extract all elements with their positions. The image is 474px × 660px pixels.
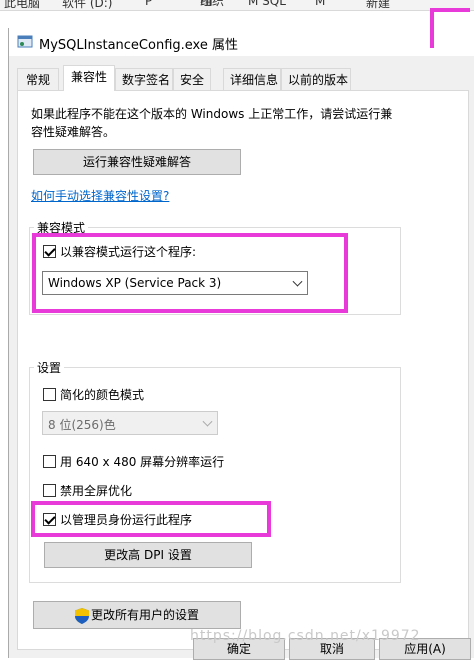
reduced-color-label[interactable]: 简化的颜色模式 <box>60 386 144 403</box>
tab-previous-versions[interactable]: 以前的版本 <box>281 68 351 90</box>
bg-item: 组织 <box>200 0 225 8</box>
bg-item: M SQL <box>248 0 286 8</box>
reduced-color-checkbox[interactable] <box>43 388 56 401</box>
change-all-users-label: 更改所有用户的设置 <box>91 608 200 622</box>
color-depth-select-value: 8 位(256)色 <box>48 418 116 432</box>
tab-compatibility[interactable]: 兼容性 <box>63 65 115 91</box>
intro-text-line1: 如果此程序不能在这个版本的 Windows 上正常工作，请尝试运行兼 <box>31 107 393 121</box>
bg-item: 软件 (D:) <box>62 0 113 10</box>
fullscreen-opt-checkbox[interactable] <box>43 484 56 497</box>
bg-item: 新建 <box>366 0 391 10</box>
properties-dialog: MySQLInstanceConfig.exe 属性 常规 兼容性 数字签名 安… <box>8 28 474 660</box>
resolution-checkbox[interactable] <box>43 455 56 468</box>
settings-group-label: 设置 <box>34 359 65 376</box>
chevron-down-icon <box>202 416 213 427</box>
tab-details[interactable]: 详细信息 <box>223 68 281 90</box>
compatibility-panel: 如果此程序不能在这个版本的 Windows 上正常工作，请尝试运行兼 容性疑难解… <box>17 90 469 650</box>
title-bar[interactable]: MySQLInstanceConfig.exe 属性 <box>9 28 474 56</box>
highlight-compat-mode <box>32 233 348 313</box>
change-all-users-button[interactable]: 更改所有用户的设置 <box>33 601 241 629</box>
color-depth-select[interactable]: 8 位(256)色 <box>42 411 218 435</box>
resolution-label[interactable]: 用 640 x 480 屏幕分辨率运行 <box>60 453 224 470</box>
highlight-corner <box>430 8 470 48</box>
watermark-url: https://blog.csdn.net/x19972 <box>190 628 421 644</box>
change-dpi-button[interactable]: 更改高 DPI 设置 <box>44 542 252 568</box>
tab-general[interactable]: 常规 <box>17 68 59 90</box>
bg-item: 此电脑 <box>4 0 41 10</box>
background-explorer-strip: 此电脑 软件 (D:) P Fil M SQL M 组织 新建 <box>0 0 474 11</box>
intro-text-line2: 容性疑难解答。 <box>31 125 116 139</box>
run-troubleshooter-button[interactable]: 运行兼容性疑难解答 <box>33 149 241 175</box>
uac-shield-icon <box>75 608 89 624</box>
tab-security[interactable]: 安全 <box>173 68 211 90</box>
manual-settings-link[interactable]: 如何手动选择兼容性设置? <box>31 187 169 204</box>
application-icon <box>17 35 33 48</box>
dialog-title: MySQLInstanceConfig.exe 属性 <box>39 38 238 53</box>
fullscreen-opt-label[interactable]: 禁用全屏优化 <box>60 482 132 499</box>
tab-digital-signatures[interactable]: 数字签名 <box>115 68 173 90</box>
highlight-run-as-admin <box>31 501 271 537</box>
bg-item: P <box>145 0 153 8</box>
bg-item: M <box>315 0 326 8</box>
